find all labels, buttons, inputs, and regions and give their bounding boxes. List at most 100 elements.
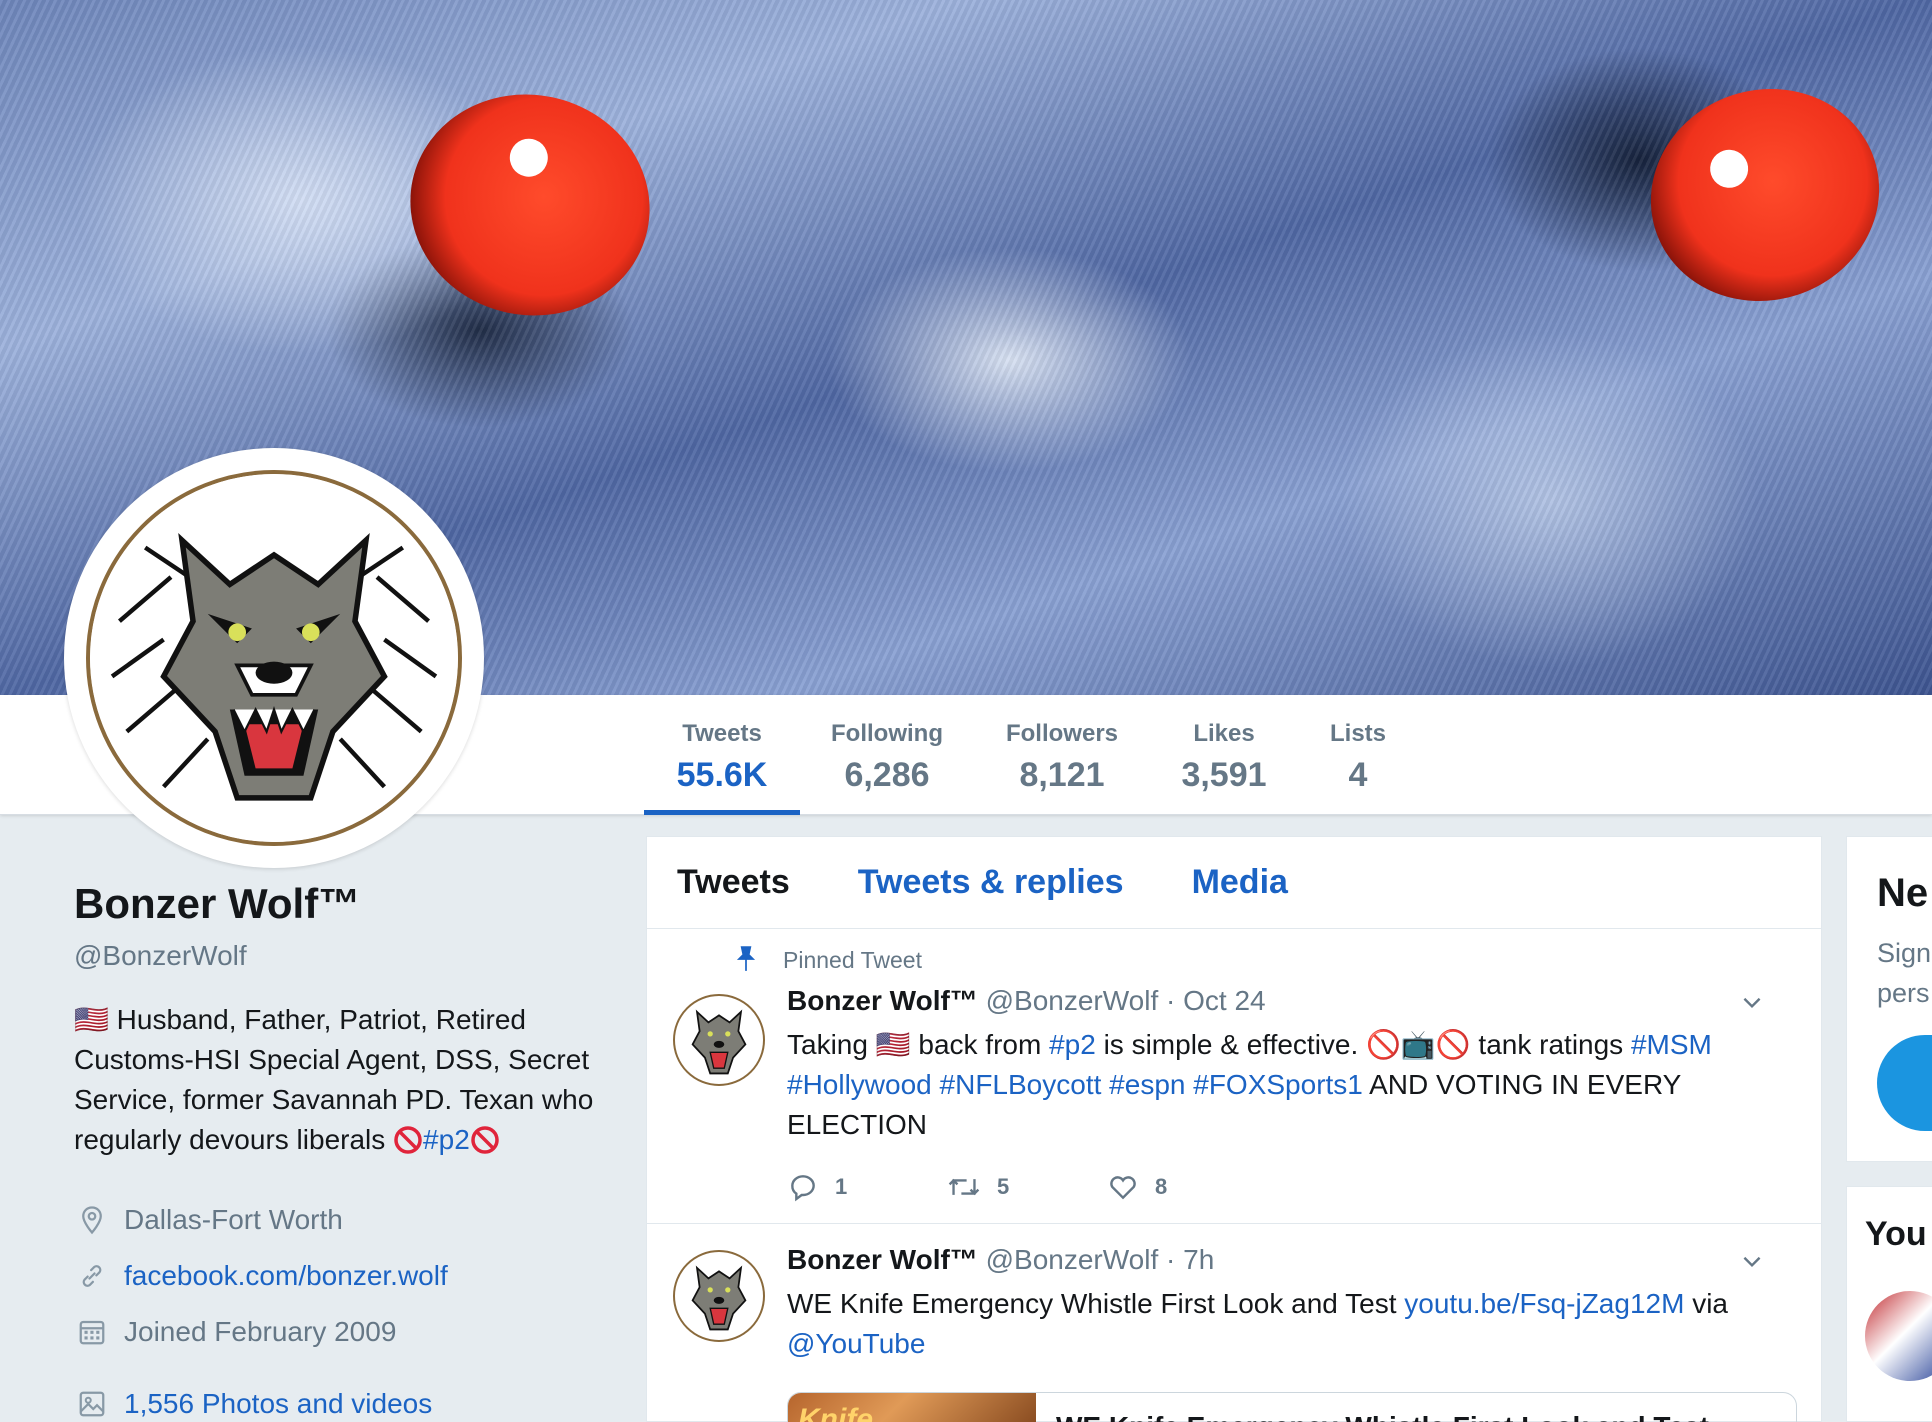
tweet-text-part: via [1684, 1288, 1728, 1319]
stat-value: 6,286 [844, 756, 930, 794]
bio-text: Husband, Father, Patriot, Retired Custom… [74, 1004, 594, 1155]
location-pin-icon [74, 1202, 110, 1238]
timeline: Tweets Tweets & replies Media Pinned Twe… [646, 836, 1822, 1422]
signup-text-line: Sign [1877, 938, 1932, 968]
tweet-text: Taking 🇺🇸 back from #p2 is simple & effe… [787, 1025, 1791, 1145]
profile-name[interactable]: Bonzer Wolf™ [74, 880, 614, 928]
reply-count: 1 [835, 1174, 848, 1199]
tweet-text: WE Knife Emergency Whistle First Look an… [787, 1284, 1791, 1364]
tweet-text-part: Taking [787, 1029, 876, 1060]
tweet[interactable]: Pinned Tweet Bonzer Wolf™ @BonzerWolf · … [647, 929, 1821, 1224]
hashtag-link[interactable]: #espn [1109, 1069, 1185, 1100]
website-link[interactable]: facebook.com/bonzer.wolf [124, 1260, 448, 1292]
hashtag-link[interactable]: #MSM [1631, 1029, 1712, 1060]
retweet-count: 5 [997, 1174, 1010, 1199]
tab-media[interactable]: Media [1192, 863, 1288, 902]
mention-link[interactable]: @YouTube [787, 1328, 925, 1359]
suggested-account-avatar[interactable] [1865, 1291, 1932, 1381]
joined-text: Joined February 2009 [124, 1316, 397, 1347]
hashtag-link[interactable]: #NFLBoycott [940, 1069, 1102, 1100]
chevron-down-icon[interactable] [1739, 1248, 1765, 1279]
pinned-label: Pinned Tweet [736, 946, 922, 974]
hashtag-link[interactable]: #Hollywood [787, 1069, 932, 1100]
photo-icon [74, 1386, 110, 1422]
profile-bio: 🇺🇸 Husband, Father, Patriot, Retired Cus… [74, 1000, 614, 1166]
profile-handle[interactable]: @BonzerWolf [74, 940, 614, 972]
tweet[interactable]: Bonzer Wolf™ @BonzerWolf · 7h WE Knife E… [647, 1224, 1821, 1422]
profile-photos: 1,556 Photos and videos [74, 1376, 614, 1422]
stat-label: Lists [1329, 720, 1386, 747]
stat-label: Following [831, 720, 943, 747]
tweet-timestamp[interactable]: · Oct 24 [1166, 985, 1266, 1016]
card-thumbnail-text: Knife [798, 1403, 873, 1422]
you-may-like-heading: You [1865, 1215, 1927, 1253]
retweet-icon [947, 1171, 981, 1203]
like-button[interactable]: 8 [1107, 1171, 1267, 1203]
tweet-avatar[interactable] [673, 1250, 765, 1342]
tweet-text-part: tank ratings [1470, 1029, 1631, 1060]
stat-label: Tweets [682, 720, 762, 747]
tweet-author-handle[interactable]: @BonzerWolf [986, 985, 1159, 1016]
profile-avatar[interactable] [64, 448, 484, 868]
profile-joined: Joined February 2009 [74, 1304, 614, 1360]
tab-tweets[interactable]: Tweets [677, 863, 790, 902]
photos-link[interactable]: 1,556 Photos and videos [124, 1388, 432, 1420]
card-title: WE Knife Emergency Whistle First Look an… [1036, 1393, 1729, 1422]
retweet-button[interactable]: 5 [947, 1171, 1107, 1203]
tweet-author-name[interactable]: Bonzer Wolf™ [787, 1244, 978, 1275]
stat-value: 4 [1348, 756, 1368, 794]
signup-button[interactable] [1877, 1035, 1932, 1131]
bio-hashtag-link[interactable]: #p2 [423, 1124, 470, 1155]
calendar-icon [74, 1314, 110, 1350]
stat-value: 8,121 [1019, 756, 1105, 794]
tweet-actions: 1 5 8 [787, 1171, 1791, 1203]
chevron-down-icon[interactable] [1739, 989, 1765, 1020]
stat-label: Followers [1005, 720, 1119, 747]
stat-likes[interactable]: Likes 3,591 [1170, 695, 1278, 815]
stat-following[interactable]: Following 6,286 [820, 695, 954, 815]
stat-followers[interactable]: Followers 8,121 [994, 695, 1130, 815]
tweet-text-part: back from [910, 1029, 1050, 1060]
signup-card: Ne Sign pers [1846, 836, 1932, 1162]
card-thumbnail: Knife [788, 1393, 1036, 1422]
tweet-text-part: WE Knife Emergency Whistle First Look an… [787, 1288, 1405, 1319]
youtube-link[interactable]: youtu.be/Fsq-jZag12M [1404, 1288, 1684, 1319]
timeline-tabs: Tweets Tweets & replies Media [647, 837, 1821, 929]
tweet-body: Bonzer Wolf™ @BonzerWolf · 7h WE Knife E… [787, 1244, 1791, 1364]
signup-heading: Ne [1877, 871, 1929, 915]
signup-text-line: pers [1877, 978, 1930, 1008]
profile-meta: Dallas-Fort Worth facebook.com/bonzer.wo… [74, 1192, 614, 1422]
you-may-like-card: You [1846, 1186, 1932, 1422]
location-text: Dallas-Fort Worth [124, 1204, 343, 1235]
pinned-text: Pinned Tweet [783, 947, 922, 973]
reply-button[interactable]: 1 [787, 1171, 947, 1203]
tweet-header: Bonzer Wolf™ @BonzerWolf · Oct 24 [787, 985, 1791, 1025]
heart-icon [1107, 1171, 1139, 1203]
wolf-logo [86, 470, 462, 846]
tab-tweets-and-replies[interactable]: Tweets & replies [858, 863, 1124, 902]
no-tv-emoji: 🚫📺🚫 [1366, 1029, 1471, 1060]
stat-tweets[interactable]: Tweets 55.6K [644, 695, 800, 815]
link-preview-card[interactable]: Knife WE Knife Emergency Whistle First L… [787, 1392, 1797, 1422]
tweet-timestamp[interactable]: · 7h [1166, 1244, 1214, 1275]
hashtag-link[interactable]: #FOXSports1 [1193, 1069, 1363, 1100]
tweet-header: Bonzer Wolf™ @BonzerWolf · 7h [787, 1244, 1791, 1284]
pin-icon [733, 945, 759, 979]
tweet-avatar[interactable] [673, 994, 765, 1086]
hashtag-link[interactable]: #p2 [1049, 1029, 1096, 1060]
tweet-author-name[interactable]: Bonzer Wolf™ [787, 985, 978, 1016]
link-icon [74, 1258, 110, 1294]
profile-location: Dallas-Fort Worth [74, 1192, 614, 1248]
reply-icon [787, 1171, 819, 1203]
like-count: 8 [1155, 1174, 1168, 1199]
tweet-body: Bonzer Wolf™ @BonzerWolf · Oct 24 Taking… [787, 985, 1791, 1203]
stat-value: 55.6K [676, 756, 768, 794]
us-flag-emoji: 🇺🇸 [74, 1004, 109, 1035]
stat-value: 3,591 [1181, 756, 1267, 794]
prohibited-icon [393, 1125, 423, 1166]
profile-website: facebook.com/bonzer.wolf [74, 1248, 614, 1304]
us-flag-emoji: 🇺🇸 [875, 1029, 911, 1060]
tweet-author-handle[interactable]: @BonzerWolf [986, 1244, 1159, 1275]
profile-card: Bonzer Wolf™ @BonzerWolf 🇺🇸 Husband, Fat… [74, 880, 614, 1422]
stat-lists[interactable]: Lists 4 [1318, 695, 1398, 815]
